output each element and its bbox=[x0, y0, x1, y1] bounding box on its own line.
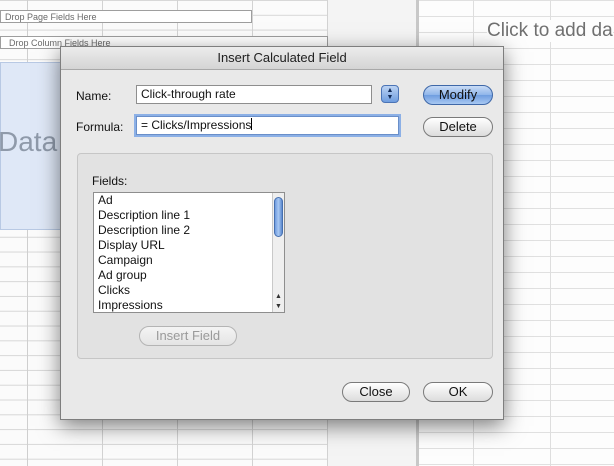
delete-button[interactable]: Delete bbox=[423, 117, 493, 137]
formula-label: Formula: bbox=[76, 120, 124, 134]
drop-page-fields-area[interactable]: Drop Page Fields Here bbox=[0, 10, 252, 23]
scrollbar-thumb[interactable] bbox=[274, 197, 283, 237]
grid-line bbox=[550, 0, 551, 466]
name-label: Name: bbox=[76, 89, 112, 103]
name-dropdown-stepper[interactable]: ▲ ▼ bbox=[381, 85, 399, 103]
list-item[interactable]: Clicks bbox=[94, 283, 284, 298]
scroll-up-arrow-icon[interactable]: ▲ bbox=[273, 292, 284, 302]
insert-calculated-field-dialog: Insert Calculated Field Name: Click-thro… bbox=[60, 46, 504, 420]
list-item[interactable]: Description line 2 bbox=[94, 223, 284, 238]
list-item[interactable]: Campaign bbox=[94, 253, 284, 268]
fields-scrollbar[interactable]: ▲ ▼ bbox=[272, 193, 284, 312]
list-item[interactable]: Impressions bbox=[94, 298, 284, 312]
scroll-down-arrow-icon[interactable]: ▼ bbox=[273, 302, 284, 312]
ok-button[interactable]: OK bbox=[423, 382, 493, 402]
fields-list[interactable]: Ad Description line 1 Description line 2… bbox=[93, 192, 285, 313]
fields-label: Fields: bbox=[92, 174, 128, 188]
list-item[interactable]: Description line 1 bbox=[94, 208, 284, 223]
name-field-value: Click-through rate bbox=[141, 87, 236, 101]
formula-field-value: = Clicks/Impressions bbox=[141, 118, 252, 132]
formula-field[interactable]: = Clicks/Impressions bbox=[136, 116, 399, 135]
modify-button[interactable]: Modify bbox=[423, 85, 493, 105]
insert-field-button[interactable]: Insert Field bbox=[139, 326, 237, 346]
data-area-label: Data bbox=[0, 126, 58, 157]
up-down-arrows-icon: ▲ ▼ bbox=[386, 87, 394, 101]
text-caret bbox=[251, 118, 253, 130]
right-pane-title[interactable]: Click to add da bbox=[487, 20, 613, 42]
name-field[interactable]: Click-through rate bbox=[136, 85, 372, 104]
list-item[interactable]: Ad bbox=[94, 193, 284, 208]
list-item[interactable]: Ad group bbox=[94, 268, 284, 283]
close-button[interactable]: Close bbox=[342, 382, 410, 402]
list-item[interactable]: Display URL bbox=[94, 238, 284, 253]
dialog-title: Insert Calculated Field bbox=[61, 47, 503, 70]
